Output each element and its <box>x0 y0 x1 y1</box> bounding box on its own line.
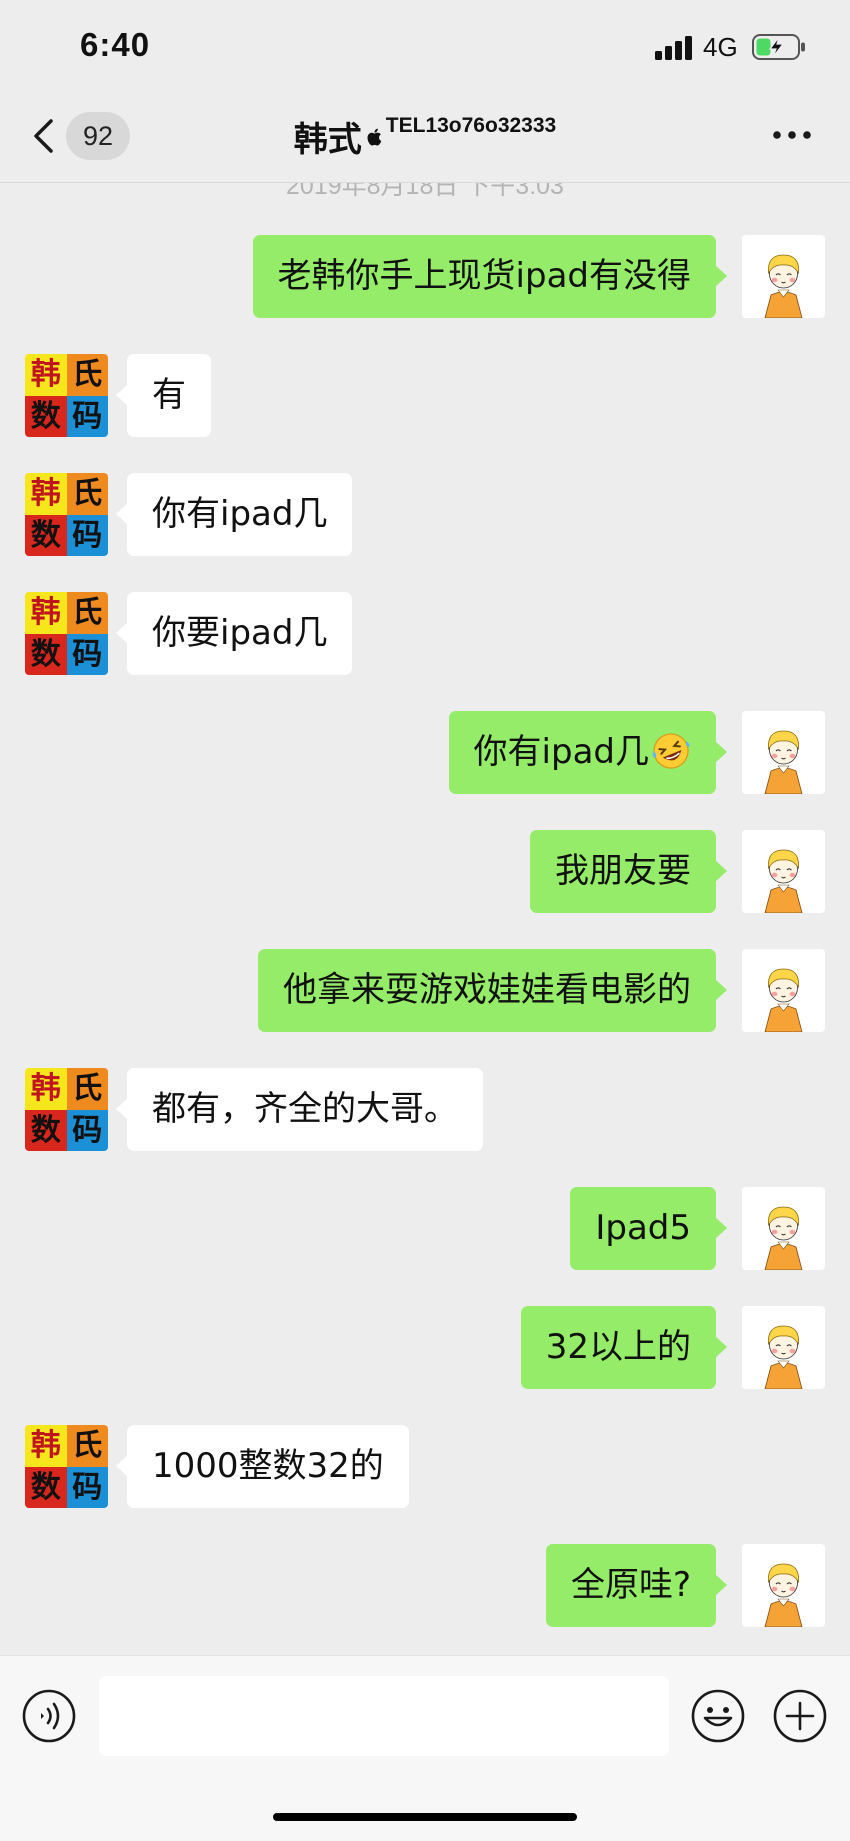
message-row-received: 韩 氏 数 码 1000整数32的 <box>0 1425 850 1508</box>
message-text: 32以上的 <box>545 1327 691 1367</box>
message-row-received: 韩 氏 数 码 都有，齐全的大哥。 <box>0 1068 850 1151</box>
my-avatar[interactable] <box>742 949 825 1032</box>
contact-avatar[interactable]: 韩 氏 数 码 <box>25 1068 108 1151</box>
plus-button[interactable] <box>772 1688 828 1744</box>
message-bubble-received[interactable]: 1000整数32的 <box>116 1425 409 1508</box>
cartoon-child-avatar-icon <box>742 235 825 318</box>
message-bubble-received[interactable]: 你要ipad几 <box>115 592 353 675</box>
message-bubble-sent[interactable]: 老韩你手上现货ipad有没得 <box>252 235 728 318</box>
my-avatar[interactable] <box>742 830 825 913</box>
message-bubble-sent[interactable]: Ipad5 <box>570 1187 727 1270</box>
message-list[interactable]: 老韩你手上现货ipad有没得 韩 氏 数 码 有 韩 氏 数 码 你有ipad几… <box>0 235 850 1663</box>
contact-avatar[interactable]: 韩 氏 数 码 <box>25 1425 108 1508</box>
avatar-logo-char: 氏 <box>66 1068 108 1110</box>
signal-bars-icon <box>655 36 692 60</box>
avatar-logo-char: 氏 <box>66 592 108 634</box>
message-bubble-sent[interactable]: 全原哇? <box>545 1544 728 1627</box>
message-text: 我朋友要 <box>555 851 691 891</box>
cartoon-child-avatar-icon <box>742 1544 825 1627</box>
network-type: 4G <box>703 32 738 62</box>
more-dots-icon[interactable] <box>770 122 814 148</box>
message-text: 全原哇? <box>570 1565 691 1605</box>
emoji-button[interactable] <box>690 1688 746 1744</box>
avatar-logo-char: 码 <box>66 1109 108 1151</box>
avatar-logo-char: 码 <box>66 633 108 675</box>
chat-title-name: 韩式 <box>293 120 362 160</box>
message-text: 他拿来耍游戏娃娃看电影的 <box>283 970 691 1010</box>
message-input[interactable] <box>99 1676 669 1756</box>
message-bubble-sent[interactable]: 他拿来耍游戏娃娃看电影的 <box>258 949 727 1032</box>
message-row-sent: 我朋友要 <box>0 830 850 913</box>
contact-avatar[interactable]: 韩 氏 数 码 <box>25 473 108 556</box>
avatar-logo-char: 数 <box>25 514 67 556</box>
chat-title-phone: TEL13o76o32333 <box>385 114 557 137</box>
message-bubble-received[interactable]: 都有，齐全的大哥。 <box>116 1068 483 1151</box>
message-bubble-received[interactable]: 有 <box>116 354 211 437</box>
my-avatar[interactable] <box>742 1544 825 1627</box>
top-area: 6:40 4G 92 韩式 TEL13o76o32333 <box>0 0 850 183</box>
message-row-sent: 他拿来耍游戏娃娃看电影的 <box>0 949 850 1032</box>
voice-button[interactable] <box>21 1688 77 1744</box>
avatar-logo-char: 韩 <box>25 1425 67 1467</box>
avatar-logo-char: 数 <box>25 1109 67 1151</box>
emoji-face-icon <box>691 1689 745 1743</box>
plus-circle-icon <box>773 1689 827 1743</box>
avatar-logo-char: 氏 <box>66 354 108 396</box>
message-bubble-received[interactable]: 你有ipad几 <box>115 473 353 556</box>
voice-icon <box>22 1689 76 1743</box>
laughing-tears-emoji-icon <box>652 732 690 769</box>
message-text: 你要ipad几 <box>152 613 328 653</box>
message-row-received: 韩 氏 数 码 有 <box>0 354 850 437</box>
cartoon-child-avatar-icon <box>742 1306 825 1389</box>
message-row-sent: 你有ipad几 <box>0 711 850 794</box>
message-text: 有 <box>152 375 186 415</box>
my-avatar[interactable] <box>742 711 825 794</box>
avatar-logo-char: 码 <box>66 1466 108 1508</box>
message-bubble-sent[interactable]: 我朋友要 <box>530 830 727 913</box>
home-indicator[interactable] <box>273 1813 577 1821</box>
avatar-logo-char: 韩 <box>25 592 67 634</box>
message-text: 老韩你手上现货ipad有没得 <box>277 256 691 296</box>
avatar-logo-char: 韩 <box>25 354 67 396</box>
message-row-received: 韩 氏 数 码 你有ipad几 <box>0 473 850 556</box>
message-bubble-sent[interactable]: 你有ipad几 <box>448 711 728 794</box>
message-text: 你有ipad几 <box>473 732 649 772</box>
battery-charging-icon <box>752 34 805 60</box>
avatar-logo-char: 数 <box>25 395 67 437</box>
my-avatar[interactable] <box>742 1306 825 1389</box>
avatar-logo-char: 韩 <box>25 1068 67 1110</box>
my-avatar[interactable] <box>742 1187 825 1270</box>
message-text: Ipad5 <box>595 1208 691 1248</box>
my-avatar[interactable] <box>742 235 825 318</box>
avatar-logo-char: 数 <box>25 1466 67 1508</box>
avatar-logo-char: 氏 <box>66 473 108 515</box>
contact-avatar[interactable]: 韩 氏 数 码 <box>25 354 108 437</box>
avatar-logo-char: 氏 <box>66 1425 108 1467</box>
message-bubble-sent[interactable]: 32以上的 <box>520 1306 728 1389</box>
message-row-received: 韩 氏 数 码 你要ipad几 <box>0 592 850 675</box>
avatar-logo-char: 数 <box>25 633 67 675</box>
cartoon-child-avatar-icon <box>742 1187 825 1270</box>
message-row-sent: Ipad5 <box>0 1187 850 1270</box>
status-time: 6:40 <box>80 26 151 63</box>
input-bar <box>0 1655 850 1841</box>
cartoon-child-avatar-icon <box>742 830 825 913</box>
avatar-logo-char: 码 <box>66 395 108 437</box>
avatar-logo-char: 韩 <box>25 473 67 515</box>
message-text: 都有，齐全的大哥。 <box>152 1089 458 1129</box>
apple-icon <box>367 128 382 146</box>
avatar-logo-char: 码 <box>66 514 108 556</box>
cartoon-child-avatar-icon <box>742 711 825 794</box>
cartoon-child-avatar-icon <box>742 949 825 1032</box>
message-row-sent: 32以上的 <box>0 1306 850 1389</box>
chat-title: 韩式 TEL13o76o32333 <box>0 112 850 162</box>
message-row-sent: 老韩你手上现货ipad有没得 <box>0 235 850 318</box>
message-text: 1000整数32的 <box>152 1446 384 1486</box>
contact-avatar[interactable]: 韩 氏 数 码 <box>25 592 108 675</box>
message-text: 你有ipad几 <box>152 494 328 534</box>
message-row-sent: 全原哇? <box>0 1544 850 1627</box>
